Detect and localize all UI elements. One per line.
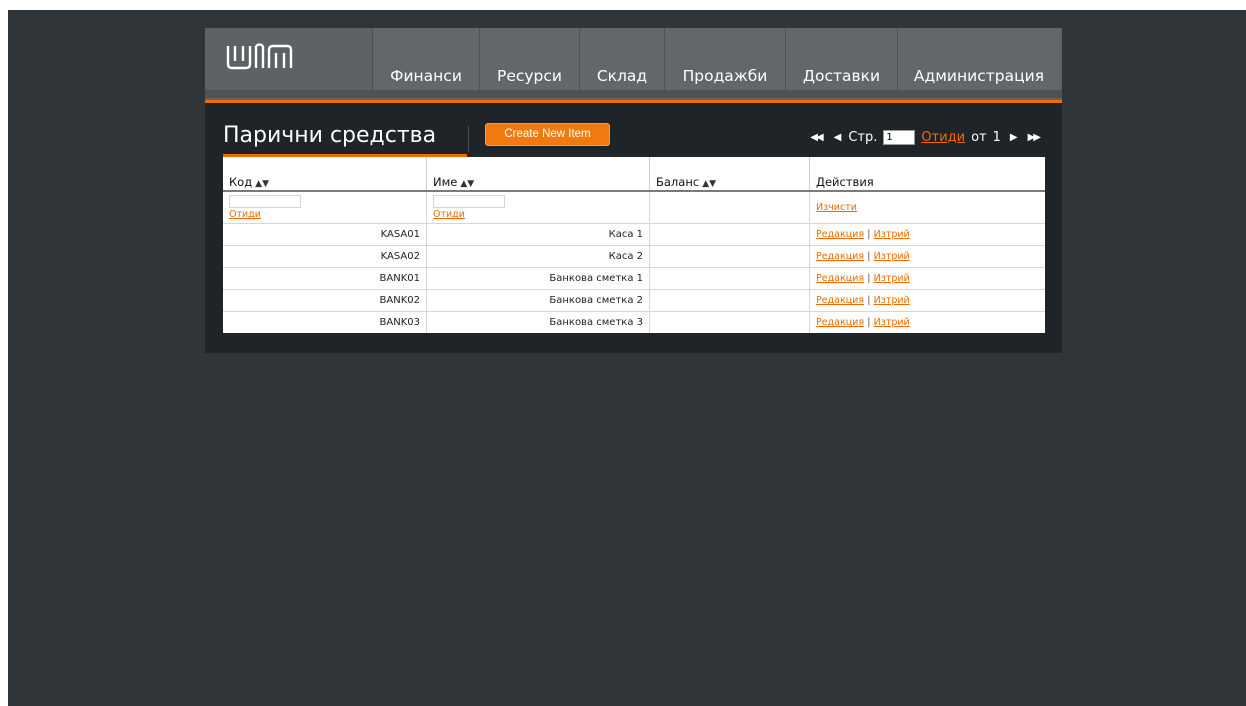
delete-link[interactable]: Изтрий [874,229,910,240]
nav-item-sales[interactable]: Продажби [664,28,785,90]
code-filter-go-link[interactable]: Отиди [229,209,261,220]
column-header-balance[interactable]: Баланс ▲▼ [649,157,810,192]
row-code: BANK03 [223,311,427,333]
filter-cell-code: Отиди [223,190,427,224]
page-title: Парични средства [223,123,437,148]
row-actions: Редакция | Изтрий [809,267,1045,290]
pagination: ◀◀ ◀ Стр. Отиди от 1 ▶ ▶▶ [807,128,1042,146]
edit-link[interactable]: Редакция [816,295,864,306]
action-separator: | [867,251,871,262]
table-header-row: Код ▲▼ Име ▲▼ Баланс ▲▼ Действия [223,157,1045,192]
name-filter-input[interactable] [433,195,505,208]
row-actions: Редакция | Изтрий [809,289,1045,312]
filter-cell-balance [649,190,810,224]
row-name: Банкова сметка 2 [426,289,650,312]
table-row: BANK02 Банкова сметка 2 Редакция | Изтри… [223,289,1045,312]
delete-link[interactable]: Изтрий [874,251,910,262]
row-name: Банкова сметка 1 [426,267,650,290]
action-separator: | [867,317,871,328]
row-actions: Редакция | Изтрий [809,245,1045,268]
nav-item-label: Администрация [913,67,1045,85]
row-balance [649,267,810,290]
nav-item-label: Продажби [682,67,768,85]
row-balance [649,311,810,333]
next-page-icon[interactable]: ▶ [1007,132,1019,143]
go-to-page-link[interactable]: Отиди [921,130,965,145]
row-actions: Редакция | Изтрий [809,311,1045,333]
row-code: KASA02 [223,245,427,268]
column-header-label: Код [229,175,253,189]
row-code: BANK02 [223,289,427,312]
nav-item-administration[interactable]: Администрация [897,28,1060,90]
nav-accent-line [205,100,1062,103]
first-page-icon[interactable]: ◀◀ [807,132,824,143]
nav-item-label: Ресурси [496,67,562,85]
nav-item-label: Финанси [390,67,462,85]
filter-row: Отиди Отиди Изчисти [223,190,1045,224]
edit-link[interactable]: Редакция [816,317,864,328]
clear-filter-link[interactable]: Изчисти [816,202,857,213]
table-row: KASA02 Каса 2 Редакция | Изтрий [223,245,1045,268]
column-header-label: Действия [816,175,874,189]
app-panel: Финанси Ресурси Склад Продажби Доставки … [205,28,1062,353]
nav-item-resources[interactable]: Ресурси [479,28,579,90]
row-name: Банкова сметка 3 [426,311,650,333]
nav-item-warehouse[interactable]: Склад [579,28,664,90]
nav-item-deliveries[interactable]: Доставки [785,28,897,90]
edit-link[interactable]: Редакция [816,251,864,262]
nav-item-label: Склад [596,67,648,85]
row-balance [649,223,810,246]
cash-accounts-table: Код ▲▼ Име ▲▼ Баланс ▲▼ Действия Отиди Отид… [223,157,1045,333]
sort-icon[interactable]: ▲▼ [460,179,474,189]
row-actions: Редакция | Изтрий [809,223,1045,246]
title-divider [468,126,469,152]
previous-page-icon[interactable]: ◀ [831,132,843,143]
row-code: BANK01 [223,267,427,290]
sort-icon[interactable]: ▲▼ [702,179,716,189]
column-header-label: Баланс [656,175,700,189]
filter-cell-name: Отиди [426,190,650,224]
main-nav: Финанси Ресурси Склад Продажби Доставки … [372,28,1060,90]
total-pages: 1 [992,129,1001,145]
create-new-item-button[interactable]: Create New Item [485,123,610,146]
delete-link[interactable]: Изтрий [874,273,910,284]
of-label: от [971,129,987,145]
table-row: BANK01 Банкова сметка 1 Редакция | Изтри… [223,267,1045,290]
delete-link[interactable]: Изтрий [874,317,910,328]
edit-link[interactable]: Редакция [816,273,864,284]
table-row: KASA01 Каса 1 Редакция | Изтрий [223,223,1045,246]
delete-link[interactable]: Изтрий [874,295,910,306]
last-page-icon[interactable]: ▶▶ [1025,132,1042,143]
code-filter-input[interactable] [229,195,301,208]
action-separator: | [867,229,871,240]
row-name: Каса 1 [426,223,650,246]
page-label: Стр. [848,129,878,145]
table-row: BANK03 Банкова сметка 3 Редакция | Изтри… [223,311,1045,333]
name-filter-go-link[interactable]: Отиди [433,209,465,220]
nav-item-label: Доставки [802,67,881,85]
action-separator: | [867,295,871,306]
row-name: Каса 2 [426,245,650,268]
column-header-actions: Действия [809,157,1045,192]
sort-icon[interactable]: ▲▼ [255,179,269,189]
edit-link[interactable]: Редакция [816,229,864,240]
column-header-label: Име [433,175,458,189]
logo-icon[interactable] [225,42,305,76]
action-separator: | [867,273,871,284]
page-frame: Финанси Ресурси Склад Продажби Доставки … [8,10,1246,706]
logo-svg [226,43,293,70]
column-header-name[interactable]: Име ▲▼ [426,157,650,192]
page-number-input[interactable] [883,129,916,145]
row-balance [649,245,810,268]
column-header-code[interactable]: Код ▲▼ [223,157,427,192]
row-code: KASA01 [223,223,427,246]
row-balance [649,289,810,312]
nav-item-finance[interactable]: Финанси [372,28,479,90]
filter-cell-actions: Изчисти [809,190,1045,224]
